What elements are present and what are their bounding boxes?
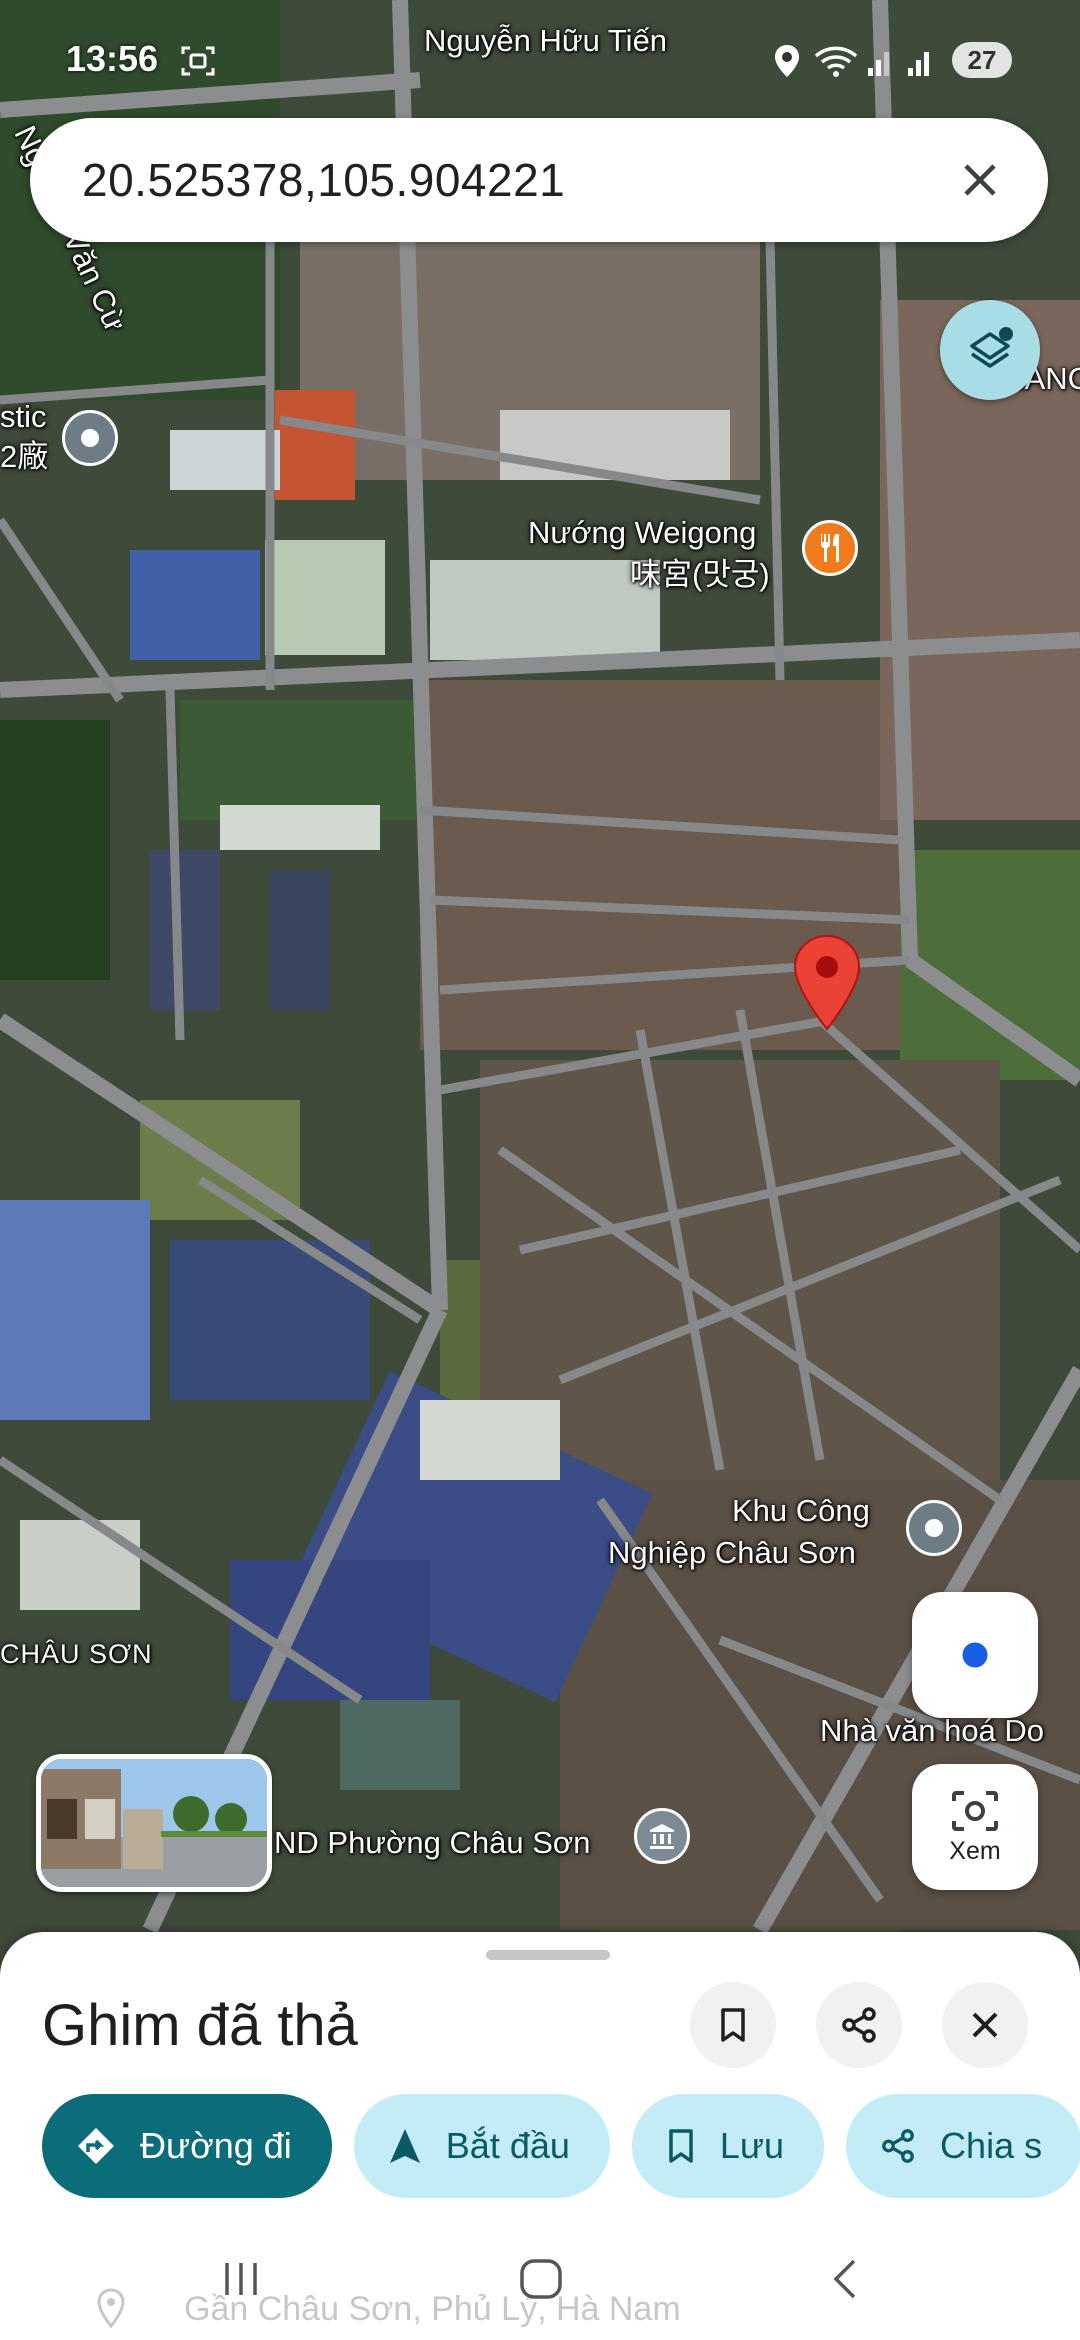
directions-icon	[78, 2128, 114, 2164]
place-label[interactable]: 2廠	[0, 438, 48, 475]
save-label: Lưu	[719, 2125, 785, 2166]
signal-icon	[866, 44, 896, 83]
ward-office-label[interactable]: ND Phường Châu Sơn	[274, 1824, 590, 1861]
share-icon	[882, 2129, 914, 2163]
status-bar: 13:56 27	[0, 0, 1080, 120]
directions-button[interactable]: Đường đi	[42, 2094, 332, 2198]
camera-search-icon	[952, 1790, 998, 1831]
clear-search-button[interactable]	[950, 150, 1010, 210]
start-navigation-button[interactable]: Bắt đầu	[353, 2094, 610, 2198]
screenshot-icon	[180, 44, 216, 83]
share-button[interactable]	[816, 1982, 902, 2068]
wifi-icon	[814, 44, 858, 83]
back-button[interactable]	[800, 2244, 890, 2314]
restaurant-label[interactable]: 味宮(맛궁)	[630, 556, 770, 593]
save-chip-button[interactable]: Lưu	[631, 2094, 825, 2198]
street-view-thumbnail[interactable]	[36, 1754, 272, 1892]
place-marker-icon[interactable]	[62, 410, 118, 466]
search-bar[interactable]: 20.525378,105.904221	[30, 118, 1048, 242]
battery-level: 27	[952, 42, 1012, 78]
save-button[interactable]	[690, 1982, 776, 2068]
drag-handle[interactable]	[486, 1950, 610, 1960]
industrial-park-label[interactable]: Khu Công	[732, 1492, 870, 1529]
government-building-icon[interactable]	[634, 1808, 690, 1864]
recent-apps-button[interactable]	[196, 2244, 286, 2314]
status-time: 13:56	[66, 38, 159, 79]
search-query[interactable]: 20.525378,105.904221	[82, 153, 565, 207]
home-button[interactable]	[496, 2244, 586, 2314]
area-label: CHÂU SƠN	[0, 1639, 153, 1669]
home-icon	[520, 2259, 562, 2299]
close-icon	[972, 2012, 998, 2038]
share-label: Chia s	[940, 2125, 1043, 2166]
close-sheet-button[interactable]	[942, 1982, 1028, 2068]
bookmark-icon	[721, 2008, 745, 2042]
share-icon	[842, 2007, 876, 2043]
restaurant-icon[interactable]	[802, 520, 858, 576]
place-marker-icon[interactable]	[906, 1500, 962, 1556]
place-title: Ghim đã thả	[42, 1993, 358, 2058]
location-pin-icon	[97, 2288, 125, 2328]
location-icon	[774, 44, 800, 83]
signal-icon	[906, 44, 936, 83]
navigation-arrow-icon	[389, 2129, 420, 2163]
action-chips: Đường đi Bắt đầu Lưu Chia s	[42, 2094, 1080, 2198]
place-label[interactable]: stic	[0, 398, 47, 435]
directions-label: Đường đi	[140, 2125, 292, 2166]
lens-label: Xem	[949, 1836, 1001, 1865]
start-label: Bắt đầu	[445, 2125, 570, 2166]
industrial-park-label[interactable]: Nghiệp Châu Sơn	[608, 1534, 856, 1571]
share-chip-button[interactable]: Chia s	[846, 2094, 1080, 2198]
close-icon	[964, 164, 996, 196]
layers-button[interactable]	[940, 300, 1040, 400]
red-pin-icon[interactable]	[792, 934, 862, 1039]
my-location-button[interactable]	[912, 1592, 1038, 1718]
layers-icon	[970, 327, 1013, 368]
back-icon	[833, 2259, 856, 2299]
lens-button[interactable]: Xem	[912, 1764, 1038, 1890]
recent-apps-icon	[225, 2263, 257, 2295]
restaurant-label[interactable]: Nướng Weigong	[528, 514, 756, 551]
my-location-icon	[959, 1639, 991, 1671]
bookmark-icon	[669, 2129, 693, 2163]
